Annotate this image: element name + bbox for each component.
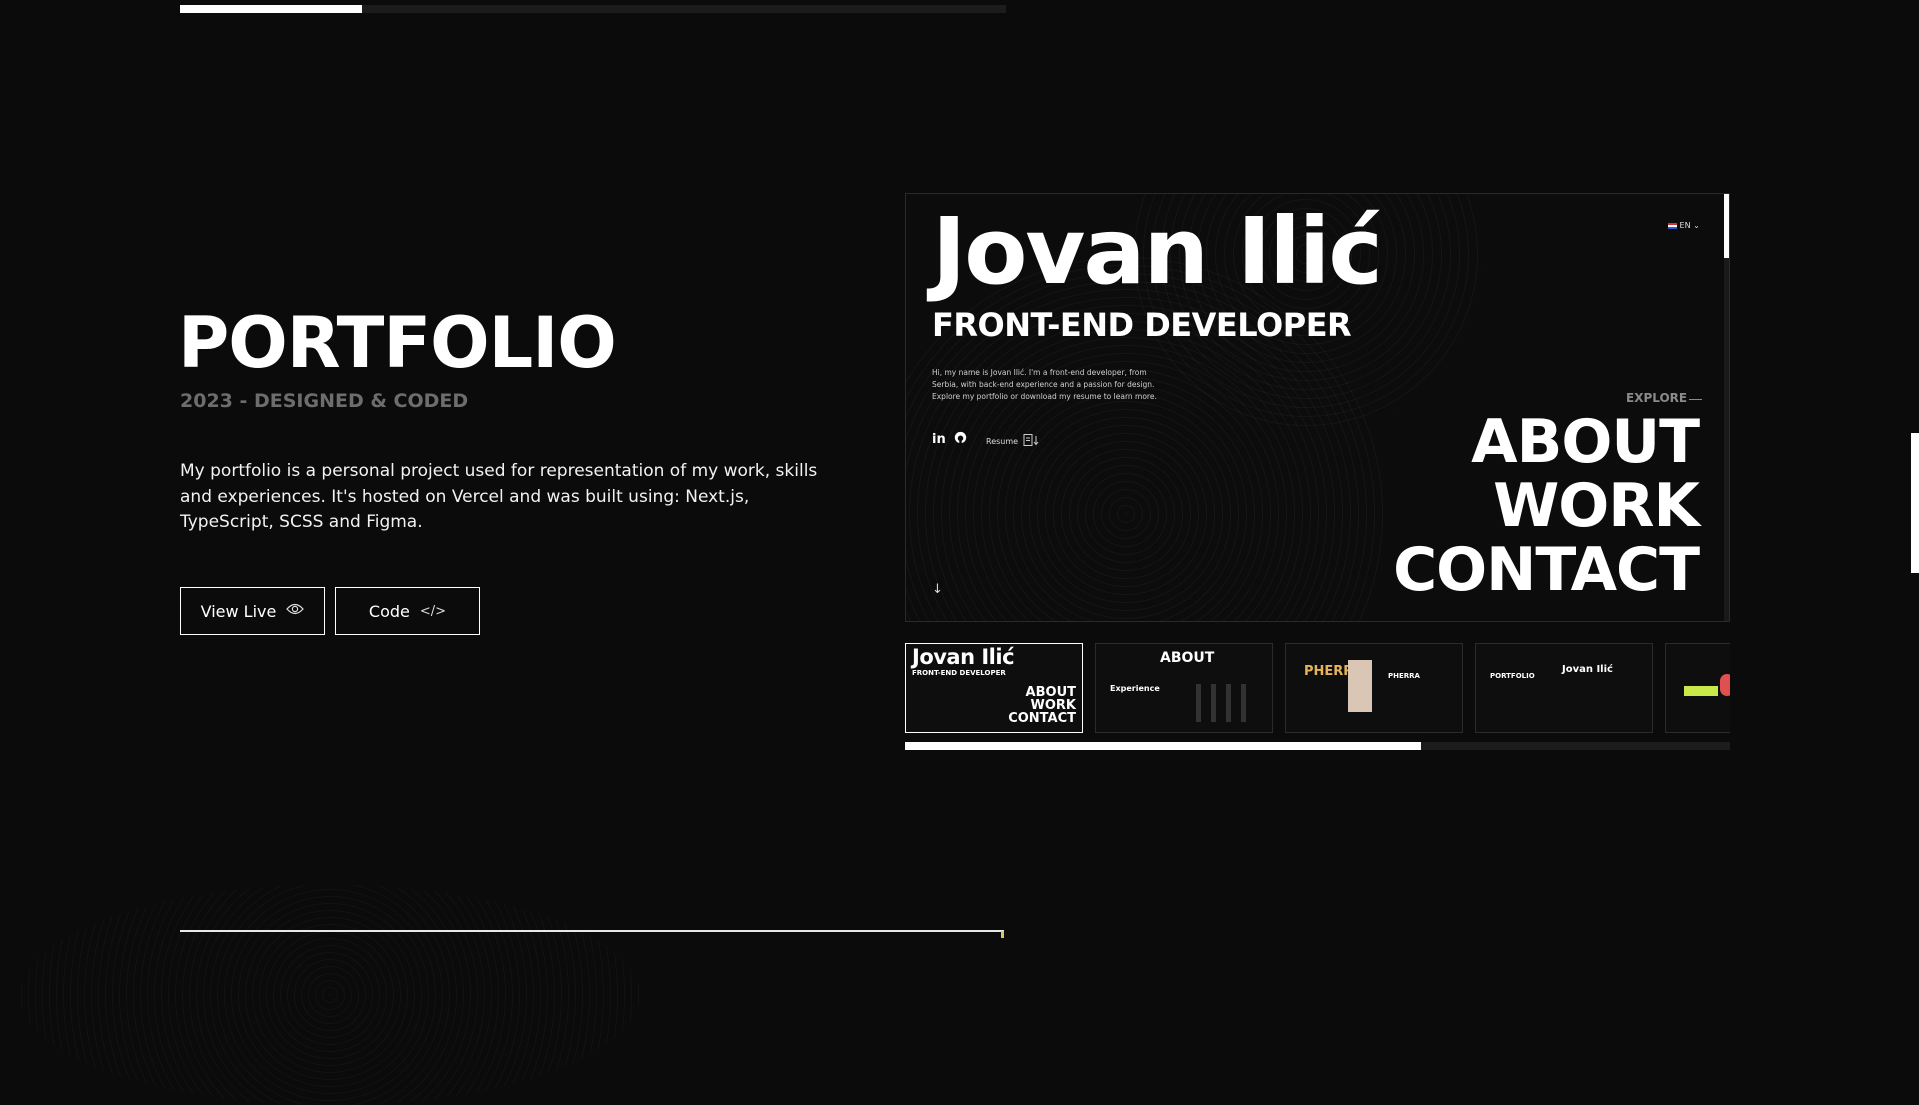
nav-about: ABOUT bbox=[1471, 407, 1700, 477]
thumbnail-progress-bar bbox=[905, 742, 1730, 750]
view-live-label: View Live bbox=[200, 601, 277, 621]
thumb-title: PORTFOLIO bbox=[1490, 672, 1535, 680]
preview-scroll-thumb bbox=[1724, 194, 1729, 258]
explore-label: EXPLORE bbox=[1626, 391, 1688, 405]
language-selector: EN ⌄ bbox=[1668, 221, 1700, 230]
thumb-title: ABOUT bbox=[1160, 650, 1215, 666]
preview-resume: Resume bbox=[986, 434, 1039, 448]
preview-role: FRONT-END DEVELOPER bbox=[932, 306, 1352, 344]
next-section-marker bbox=[1001, 931, 1004, 938]
thumb-subtitle: FRONT-END DEVELOPER bbox=[912, 669, 1006, 677]
preview-intro: Hi, my name is Jovan Ilić. I'm a front-e… bbox=[932, 368, 1157, 401]
preview-social-links: in bbox=[932, 431, 967, 448]
project-preview[interactable]: Jovan Ilić FRONT-END DEVELOPER Hi, my na… bbox=[905, 193, 1730, 622]
linkedin-icon: in bbox=[932, 432, 946, 447]
project-description: My portfolio is a personal project used … bbox=[180, 461, 818, 532]
preview-nav: ABOUT WORK CONTACT bbox=[1393, 407, 1700, 605]
preview-scrollbar bbox=[1724, 194, 1729, 621]
nav-contact: CONTACT bbox=[1393, 535, 1700, 605]
skills-grid bbox=[1196, 684, 1256, 722]
thumb-subtitle: Jovan Ilić bbox=[1562, 664, 1613, 675]
next-section-bar bbox=[180, 930, 1004, 932]
language-label: EN bbox=[1679, 221, 1691, 230]
thumbnail-progress-fill bbox=[905, 742, 1421, 750]
document-icon bbox=[1023, 434, 1039, 448]
thumbnail-1[interactable]: Jovan Ilić FRONT-END DEVELOPER ABOUT WOR… bbox=[905, 643, 1083, 733]
chevron-down-icon: ⌄ bbox=[1693, 221, 1700, 230]
code-icon: </> bbox=[419, 603, 447, 619]
project-title: PORTFOLIO bbox=[178, 302, 617, 384]
thumbnail-5[interactable] bbox=[1665, 643, 1730, 733]
code-button[interactable]: Code </> bbox=[335, 587, 480, 635]
resume-label: Resume bbox=[986, 436, 1019, 446]
thumbnail-2[interactable]: ABOUT Experience bbox=[1095, 643, 1273, 733]
thumb-nav-contact: CONTACT bbox=[1008, 711, 1076, 726]
top-progress-bar bbox=[180, 5, 1006, 13]
background-globe bbox=[20, 885, 640, 1105]
page-scrollbar-thumb[interactable] bbox=[1911, 433, 1919, 573]
thumb-nav: ABOUT WORK CONTACT bbox=[1008, 686, 1076, 725]
thumbnail-4[interactable]: PORTFOLIO Jovan Ilić bbox=[1475, 643, 1653, 733]
thumb-title: Jovan Ilić bbox=[912, 645, 1015, 669]
scroll-down-arrow: ↓ bbox=[932, 582, 943, 597]
thumb-image bbox=[1684, 686, 1718, 696]
view-live-button[interactable]: View Live bbox=[180, 587, 325, 635]
code-label: Code bbox=[368, 601, 410, 621]
top-progress-fill bbox=[180, 5, 362, 13]
thumb-subtitle: PHERRA bbox=[1388, 672, 1420, 680]
preview-name: Jovan Ilić bbox=[932, 198, 1383, 305]
project-subtitle: 2023 - DESIGNED & CODED bbox=[180, 390, 469, 412]
thumbnail-3[interactable]: PHERRA PHERRA bbox=[1285, 643, 1463, 733]
thumb-image bbox=[1348, 660, 1372, 712]
eye-icon bbox=[286, 603, 305, 619]
nav-work: WORK bbox=[1493, 471, 1700, 541]
flag-icon bbox=[1668, 222, 1677, 229]
thumb-subtitle: Experience bbox=[1110, 684, 1160, 693]
github-icon bbox=[954, 431, 967, 448]
thumbnail-strip: Jovan Ilić FRONT-END DEVELOPER ABOUT WOR… bbox=[905, 643, 1730, 733]
thumb-image bbox=[1720, 674, 1730, 696]
explore-divider bbox=[1689, 399, 1702, 400]
